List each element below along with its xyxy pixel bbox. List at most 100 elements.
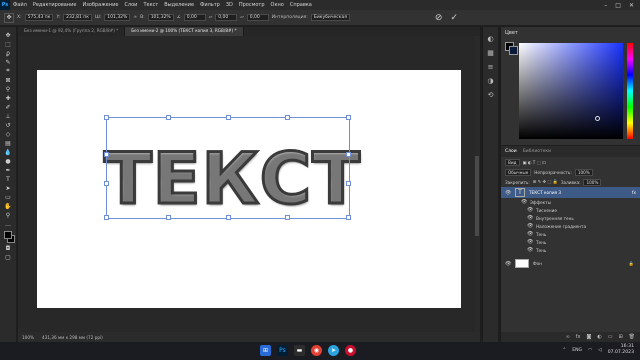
move-tool-icon[interactable]: ✥ [2,31,14,39]
height-field[interactable]: 101,32% [147,14,174,21]
rectangle-tool-icon[interactable]: ▭ [2,193,14,201]
brush-tool-icon[interactable]: ✐ [2,103,14,111]
effect-gradient-overlay[interactable]: 👁 Наложение градиента [501,222,640,230]
transform-handle-l2[interactable] [104,181,109,186]
tab-libraries[interactable]: Библиотеки [523,149,551,154]
menu-image[interactable]: Изображение [79,2,121,8]
quick-select-tool-icon[interactable]: ✎ [2,58,14,66]
windows-start-icon[interactable]: ⊞ [260,345,271,356]
transform-handle-br[interactable] [346,215,351,220]
dodge-tool-icon[interactable]: ● [2,157,14,165]
filter-icons[interactable]: ▣ ◐ T ⬚ ⊡ [523,160,546,165]
fx-badge[interactable]: fx [632,190,640,195]
screen-mode-icon[interactable]: ▢ [2,253,14,261]
x-field[interactable]: 575,43 пк [24,14,54,21]
menu-window[interactable]: Окно [268,2,287,8]
photoshop-taskbar-icon[interactable]: Ps [277,345,288,356]
more-tools-icon[interactable]: … [2,220,14,228]
hue-slider[interactable] [627,43,633,139]
transform-handle-t1[interactable] [166,115,171,120]
clock[interactable]: 16:31 07.07.2023 [608,344,634,356]
menu-filter[interactable]: Фильтр [197,2,223,8]
menu-layers[interactable]: Слои [121,2,140,8]
add-style-icon[interactable]: fx [576,334,581,340]
effect-shadow-1[interactable]: 👁 Тень [501,230,640,238]
angle-field[interactable]: 0,00 [183,14,206,21]
history-brush-icon[interactable]: ↺ [2,121,14,129]
transform-handle-bl[interactable] [104,215,109,220]
transform-handle-t2[interactable] [226,115,231,120]
menu-edit[interactable]: Редактирование [30,2,80,8]
transform-handle-tr[interactable] [346,115,351,120]
maximize-icon[interactable]: □ [615,2,621,9]
eye-icon[interactable]: 👁 [505,261,511,267]
swatches-panel-icon[interactable]: ▦ [487,49,494,57]
crop-tool-icon[interactable]: ⌗ [2,67,14,75]
transform-handle-t3[interactable] [285,115,290,120]
tab-layers[interactable]: Слои [505,149,517,154]
zoom-tool-icon[interactable]: ⚲ [2,211,14,219]
lock-icon[interactable]: 🔒 [629,261,640,267]
new-group-icon[interactable]: ▭ [608,334,613,340]
transform-handle-r1[interactable] [346,152,351,157]
eye-icon[interactable]: 👁 [527,207,533,213]
transform-handle-b2[interactable] [226,215,231,220]
link-layers-icon[interactable]: ∞ [566,334,570,340]
effect-shadow-3[interactable]: 👁 Тень [501,246,640,254]
delete-layer-icon[interactable]: 🗑 [629,334,635,340]
color-picker-field[interactable] [519,43,623,139]
color-panel-title[interactable]: Цвет [501,27,640,39]
adjustments-panel-icon[interactable]: ◑ [487,77,493,85]
telegram-icon[interactable]: ➤ [328,345,339,356]
transform-handle-l1[interactable] [104,152,109,157]
new-layer-icon[interactable]: ⊞ [618,334,622,340]
tray-expand-icon[interactable]: ⌃ [562,348,566,353]
eye-icon[interactable]: 👁 [527,215,533,221]
eraser-tool-icon[interactable]: ◇ [2,130,14,138]
effect-inner-shadow[interactable]: 👁 Внутренняя тень [501,214,640,222]
volume-icon[interactable]: ◁ [598,348,602,353]
menu-file[interactable]: Файл [10,2,30,8]
adjustment-layer-icon[interactable]: ◐ [597,334,601,340]
color-picker-cursor[interactable] [595,116,600,121]
interpolation-select[interactable]: Бикубическая [310,14,350,21]
eye-icon[interactable]: 👁 [521,199,527,205]
pen-tool-icon[interactable]: ✒ [2,166,14,174]
panel-background-swatch[interactable] [509,46,518,55]
commit-transform-icon[interactable]: ✓ [450,13,458,23]
cancel-transform-icon[interactable]: ⊘ [435,13,443,23]
eye-icon[interactable]: 👁 [505,190,511,196]
minimize-icon[interactable]: – [604,2,607,9]
healing-tool-icon[interactable]: ✚ [2,94,14,102]
y-field[interactable]: 232,81 пк [63,14,92,21]
move-tool-icon[interactable]: ✥ [4,12,14,23]
eye-icon[interactable]: 👁 [527,247,533,253]
file-explorer-icon[interactable]: ▬ [294,345,305,356]
effect-shadow-2[interactable]: 👁 Тень [501,238,640,246]
wifi-icon[interactable]: ◠ [588,348,592,353]
lock-icons[interactable]: ⊞ ✎ ✥ ⬚ 🔒 [533,179,558,185]
opacity-field[interactable]: 100% [574,168,593,176]
scrollbar-thumb[interactable] [475,156,479,236]
transform-handle-b1[interactable] [166,215,171,220]
properties-panel-icon[interactable]: ≡ [488,63,494,71]
history-panel-icon[interactable]: ⟲ [488,91,494,99]
add-mask-icon[interactable]: ◙ [586,334,591,340]
language-indicator[interactable]: ENG [572,348,582,353]
lasso-tool-icon[interactable]: ϼ [2,49,14,57]
blend-mode-select[interactable]: Обычные [505,168,532,176]
eye-icon[interactable]: 👁 [527,239,533,245]
close-icon[interactable]: ✕ [629,2,634,9]
stamp-tool-icon[interactable]: ⊥ [2,112,14,120]
layer-background[interactable]: 👁 Фон 🔒 [501,258,640,269]
menu-type[interactable]: Текст [140,2,161,8]
menu-select[interactable]: Выделение [161,2,197,8]
eyedropper-tool-icon[interactable]: ⚲ [2,85,14,93]
tab-document-2[interactable]: Без имени-2 @ 100% (ТЕКСТ копия 3, RGB/8… [125,27,244,36]
hand-tool-icon[interactable]: ✋ [2,202,14,210]
effects-row[interactable]: 👁 Эффекты [501,198,640,206]
menu-help[interactable]: Справка [287,2,315,8]
vertical-scrollbar[interactable] [474,36,480,332]
menu-3d[interactable]: 3D [223,2,236,8]
path-select-tool-icon[interactable]: ➤ [2,184,14,192]
